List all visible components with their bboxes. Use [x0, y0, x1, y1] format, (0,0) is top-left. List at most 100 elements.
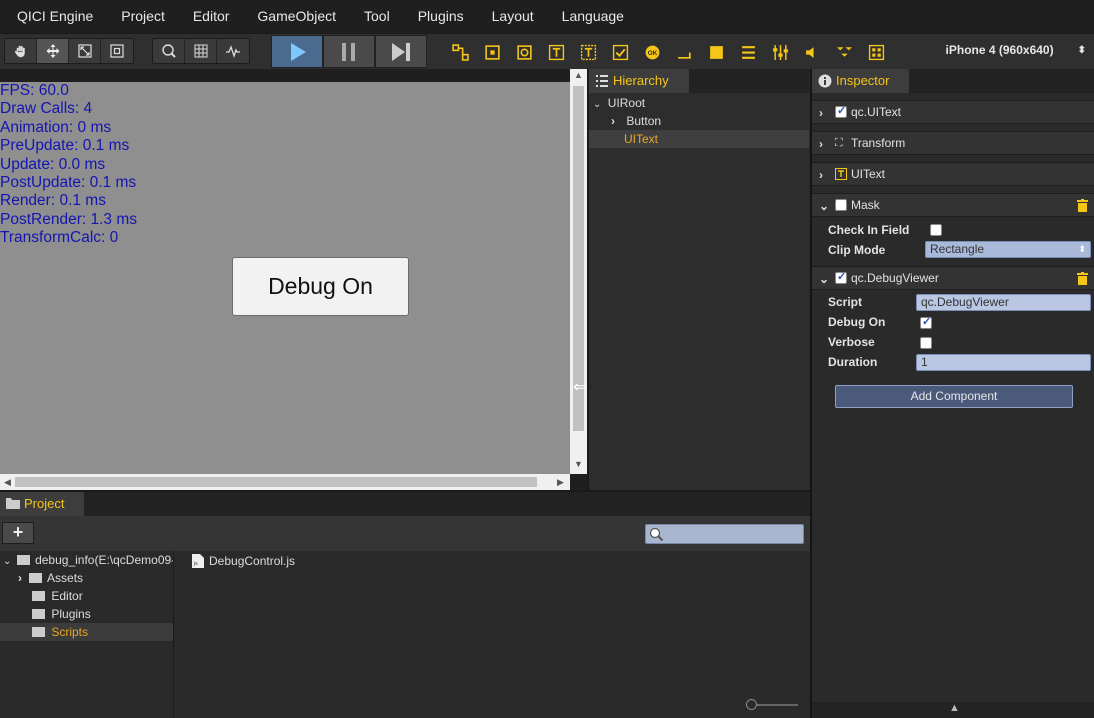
slider-widget[interactable] [764, 40, 796, 64]
scroll-left-icon[interactable]: ◀ [4, 477, 11, 488]
stats-button[interactable] [217, 39, 249, 63]
tab-inspector[interactable]: Inspector [812, 69, 910, 93]
thumbnail-size-slider[interactable] [746, 699, 798, 710]
chevron-right-icon[interactable]: › [819, 168, 823, 182]
add-asset-button[interactable]: + [2, 522, 34, 544]
pause-button[interactable] [323, 35, 375, 68]
component-uitext-header[interactable]: › qc.UIText [812, 100, 1094, 124]
text-widget[interactable] [540, 40, 572, 64]
project-tree: ⌄ debug_info(E:\qcDemo09- › Assets Edito… [0, 551, 174, 718]
tree-item-plugins[interactable]: Plugins [32, 605, 91, 623]
menu-gameobject[interactable]: GameObject [243, 0, 350, 33]
asset-search-input[interactable] [645, 524, 804, 544]
debug-on-checkbox[interactable] [920, 315, 932, 329]
file-debugcontrol[interactable]: js DebugControl.js [192, 554, 295, 568]
menu-tool[interactable]: Tool [350, 0, 404, 33]
trash-icon[interactable] [1077, 199, 1088, 212]
device-label: iPhone 4 (960x640) [945, 43, 1054, 57]
scroll-down-icon[interactable]: ▼ [574, 459, 583, 469]
hierarchy-item-button[interactable]: › Button [611, 112, 661, 130]
hierarchy-tabbar: Hierarchy [589, 69, 809, 93]
script-field[interactable]: qc.DebugViewer [916, 294, 1091, 311]
menu-plugins[interactable]: Plugins [404, 0, 478, 33]
device-selector[interactable]: iPhone 4 (960x640) ⬍ [946, 43, 1086, 57]
button-widget[interactable]: OK [636, 40, 668, 64]
hierarchy-root[interactable]: ⌄ UIRoot [593, 94, 645, 112]
updown-icon: ⬍ [1078, 244, 1086, 254]
tab-hierarchy[interactable]: Hierarchy [589, 69, 689, 93]
hand-tool-button[interactable] [5, 39, 37, 63]
tilemap-widget[interactable] [860, 40, 892, 64]
game-canvas[interactable]: FPS: 60.0 Draw Calls: 4 Animation: 0 ms … [0, 82, 570, 542]
tree-item-scripts[interactable]: Scripts [0, 623, 173, 641]
mask-enabled-checkbox[interactable] [835, 199, 847, 211]
chevron-down-icon[interactable]: ⌄ [819, 199, 829, 213]
component-title: qc.DebugViewer [851, 271, 939, 285]
stat-fps: FPS: 60.0 [0, 82, 69, 99]
scroll-up-icon[interactable]: ▲ [574, 70, 583, 80]
empty-node-widget[interactable] [476, 40, 508, 64]
horizontal-scroll-thumb[interactable] [15, 477, 537, 487]
step-button[interactable] [375, 35, 427, 68]
particle-widget[interactable] [828, 40, 860, 64]
folder-icon [29, 573, 43, 583]
chevron-right-icon[interactable]: › [819, 106, 823, 120]
verbose-checkbox[interactable] [920, 337, 932, 349]
scale-icon [77, 44, 92, 58]
move-tool-button[interactable] [37, 39, 69, 63]
image-widget[interactable] [700, 40, 732, 64]
menu-project[interactable]: Project [107, 0, 179, 33]
folder-icon [16, 555, 30, 565]
tree-item-editor[interactable]: Editor [32, 587, 83, 605]
tree-item-label: Editor [51, 589, 83, 603]
duration-input[interactable]: 1 [916, 354, 1091, 371]
sprite-widget[interactable] [508, 40, 540, 64]
project-panel: Project + ⌄ debug_info(E:\qcDemo09- › As… [0, 490, 810, 718]
checkbox-icon [612, 44, 628, 60]
tab-project[interactable]: Project [0, 492, 85, 516]
horizontal-scrollbar[interactable]: ◀ ▶ [0, 474, 570, 490]
sound-widget[interactable] [796, 40, 828, 64]
debug-on-button[interactable]: Debug On [232, 257, 409, 316]
slider-icon [772, 44, 788, 60]
duration-label: Duration [828, 355, 878, 369]
component-title: Transform [851, 136, 906, 150]
add-component-button[interactable]: Add Component [835, 385, 1073, 408]
debugviewer-enabled-checkbox[interactable] [835, 270, 847, 284]
component-uitext[interactable]: › UIText [812, 162, 1094, 186]
tree-item-assets[interactable]: › Assets [18, 569, 83, 587]
grid-button[interactable] [185, 39, 217, 63]
clip-mode-label: Clip Mode [828, 243, 886, 257]
list-widget[interactable] [732, 40, 764, 64]
scroll-right-icon[interactable]: ▶ [557, 477, 564, 488]
uitext-widget[interactable] [572, 40, 604, 64]
ok-button-icon: OK [645, 45, 659, 59]
menu-editor[interactable]: Editor [179, 0, 244, 33]
component-mask[interactable]: ⌄ Mask [812, 193, 1094, 217]
chevron-right-icon[interactable]: › [819, 137, 823, 151]
zoom-button[interactable] [153, 39, 185, 63]
rect-tool-button[interactable] [101, 39, 133, 63]
scale-tool-button[interactable] [69, 39, 101, 63]
node-widget[interactable] [444, 40, 476, 64]
menu-language[interactable]: Language [548, 0, 638, 33]
toggle-widget[interactable] [604, 40, 636, 64]
tree-root[interactable]: ⌄ debug_info(E:\qcDemo09- [3, 551, 173, 569]
play-button[interactable] [271, 35, 323, 68]
chevron-down-icon[interactable]: ⌄ [819, 272, 829, 286]
component-debugviewer[interactable]: ⌄ qc.DebugViewer [812, 266, 1094, 290]
progress-widget[interactable] [668, 40, 700, 64]
slider-knob[interactable] [746, 699, 757, 710]
check-in-field-checkbox[interactable] [930, 224, 942, 236]
inspector-panel: Inspector › qc.UIText › ⛶ Transform › UI… [810, 69, 1094, 718]
hierarchy-item-uitext[interactable]: UIText [589, 130, 809, 148]
uitext-enabled-checkbox[interactable] [835, 104, 847, 118]
trash-icon[interactable] [1077, 272, 1088, 285]
menu-layout[interactable]: Layout [478, 0, 548, 33]
triangle-up-icon[interactable]: ▲ [949, 702, 960, 714]
vertical-scrollbar[interactable]: ▲ ▼ [570, 69, 587, 474]
clip-mode-select[interactable]: Rectangle ⬍ [925, 241, 1091, 258]
component-transform[interactable]: › ⛶ Transform [812, 131, 1094, 155]
stat-animation: Animation: 0 ms [0, 118, 112, 136]
menu-qici-engine[interactable]: QICI Engine [0, 0, 107, 33]
